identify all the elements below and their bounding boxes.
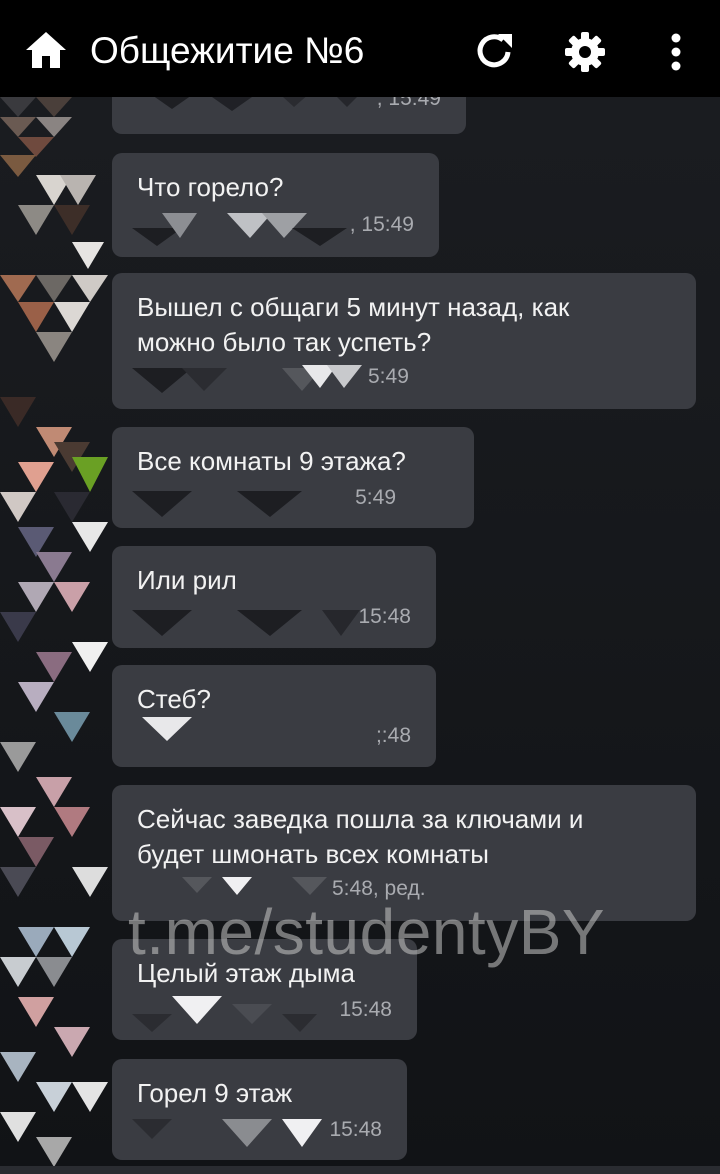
message-bubble[interactable]: Горел 9 этаж 15:48 [112, 1059, 407, 1160]
home-icon[interactable] [22, 26, 70, 74]
avatar[interactable] [0, 155, 108, 362]
page-title: Общежитие №6 [90, 30, 365, 71]
app-bar: Общежитие №6 [0, 0, 720, 97]
redaction [132, 491, 302, 517]
avatar[interactable] [0, 97, 72, 157]
message-text: Горел 9 этаж [137, 1078, 293, 1108]
message-timestamp: 5:49 [355, 486, 396, 509]
refresh-icon[interactable] [472, 26, 516, 74]
avatar[interactable] [0, 927, 108, 1167]
redaction [132, 610, 360, 636]
message-timestamp: , 15:49 [349, 213, 414, 236]
message-bubble[interactable]: Или рил 15:48 [112, 546, 436, 648]
message-text: Сейчас заведка пошла за ключами и будет … [137, 804, 584, 869]
message-timestamp: 15:48 [339, 998, 392, 1021]
input-bar-edge [0, 1166, 720, 1174]
message-text: Или рил [137, 565, 237, 595]
message-bubble[interactable]: Вышел с общаги 5 минут назад, как можно … [112, 273, 696, 409]
redaction [132, 213, 347, 246]
message-timestamp: 15:48 [329, 1118, 382, 1141]
avatar-column [0, 97, 108, 1167]
avatar[interactable] [0, 397, 108, 557]
message-bubble[interactable]: Стеб? ;:48 [112, 665, 436, 767]
message-timestamp: 15:48 [358, 605, 411, 628]
message-text: Вышел с общаги 5 минут назад, как можно … [137, 292, 570, 357]
message-text: Все комнаты 9 этажа? [137, 446, 406, 476]
redaction [132, 996, 317, 1032]
message-bubble[interactable]: Что горело? , 15:49 [112, 153, 439, 257]
message-timestamp: 5:49 [368, 365, 409, 388]
avatar[interactable] [0, 552, 108, 772]
message-timestamp: ;:48 [375, 724, 411, 747]
redaction [142, 717, 192, 741]
message-bubble[interactable]: , 15:49 [112, 97, 466, 134]
message-bubble[interactable]: Все комнаты 9 этажа? 5:49 [112, 427, 474, 528]
avatar[interactable] [0, 777, 108, 897]
redaction [132, 1119, 322, 1147]
message-timestamp: , 15:49 [376, 97, 441, 110]
watermark: t.me/studentyBY [128, 896, 606, 968]
message-list[interactable]: , 15:49 Что горело? , 15:49 Вышел с обща… [0, 97, 720, 1174]
gear-icon[interactable] [563, 26, 607, 74]
redaction [132, 365, 362, 393]
message-text: Стеб? [137, 684, 211, 714]
message-text: Что горело? [137, 172, 284, 202]
more-vertical-icon[interactable] [654, 26, 698, 74]
